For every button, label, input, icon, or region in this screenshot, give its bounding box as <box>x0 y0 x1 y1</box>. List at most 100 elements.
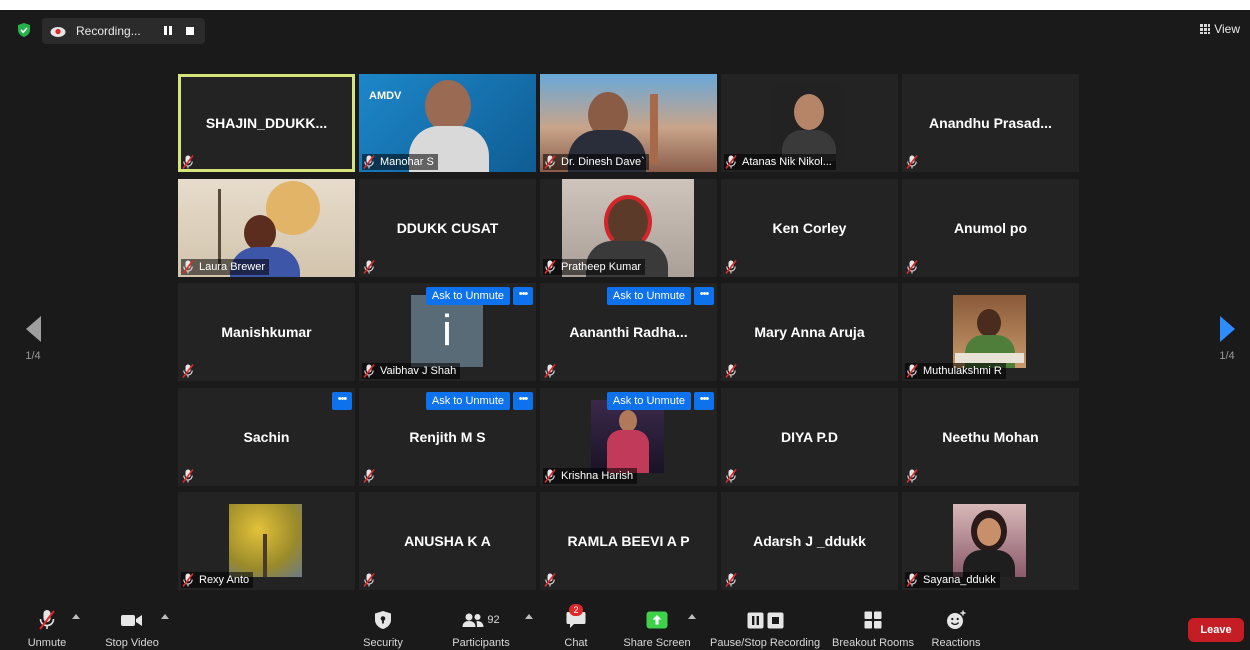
participant-name: Anumol po <box>953 220 1028 236</box>
muted-microphone-icon <box>363 469 375 483</box>
reactions-button[interactable]: Reactions <box>928 608 984 649</box>
participant-tile[interactable]: Atanas Nik Nikol... <box>721 74 898 172</box>
participant-tile[interactable]: Anandhu Prasad... <box>902 74 1079 172</box>
participant-tile[interactable]: Manishkumar <box>178 283 355 381</box>
participant-count: 92 <box>487 614 500 626</box>
participant-name: Ken Corley <box>772 220 847 236</box>
more-options-icon[interactable]: ••• <box>332 392 352 410</box>
next-page-nav[interactable]: 1/4 <box>1212 316 1242 362</box>
participant-tile[interactable]: ANUSHA K A <box>359 492 536 590</box>
participant-tile[interactable]: Renjith M S Ask to Unmute ••• <box>359 388 536 486</box>
muted-microphone-icon <box>182 469 194 483</box>
breakout-rooms-label: Breakout Rooms <box>832 637 914 649</box>
participant-tile[interactable]: Krishna Harish Ask to Unmute ••• <box>540 388 717 486</box>
participant-tile[interactable]: AMDV Manohar S <box>359 74 536 172</box>
muted-microphone-icon <box>363 155 375 169</box>
stop-icon <box>767 612 783 628</box>
pause-stop-recording-button[interactable]: Pause/Stop Recording <box>710 608 820 649</box>
audio-options-caret-icon[interactable] <box>72 614 80 619</box>
unmute-button[interactable]: Unmute <box>22 608 72 649</box>
breakout-rooms-button[interactable]: Breakout Rooms <box>830 608 916 649</box>
muted-microphone-icon <box>182 260 194 274</box>
ask-to-unmute-button[interactable]: Ask to Unmute <box>425 392 510 410</box>
participant-tile[interactable]: RAMLA BEEVI A P <box>540 492 717 590</box>
share-screen-icon <box>646 611 668 629</box>
security-label: Security <box>363 637 403 649</box>
participant-tile[interactable]: Pratheep Kumar <box>540 179 717 277</box>
meeting-toolbar: Unmute Stop Video Security 92 Participan… <box>0 604 1250 650</box>
previous-page-nav[interactable]: 1/4 <box>18 316 48 362</box>
participant-tile[interactable]: Sachin ••• <box>178 388 355 486</box>
muted-microphone-icon <box>906 260 918 274</box>
participant-name: Manishkumar <box>221 324 312 340</box>
participant-name: Mary Anna Aruja <box>754 324 865 340</box>
participant-profile-photo <box>953 295 1026 368</box>
participant-tile[interactable]: i Vaibhav J Shah Ask to Unmute ••• <box>359 283 536 381</box>
participant-tile[interactable]: Rexy Anto <box>178 492 355 590</box>
muted-microphone-icon <box>363 364 375 378</box>
ask-to-unmute-button[interactable]: Ask to Unmute <box>606 287 691 305</box>
participant-tile[interactable]: Muthulakshmi R <box>902 283 1079 381</box>
participant-profile-photo <box>772 86 845 161</box>
cloud-recording-icon <box>50 27 66 37</box>
leave-meeting-button[interactable]: Leave <box>1188 618 1244 642</box>
participant-tile[interactable]: Adarsh J _ddukk <box>721 492 898 590</box>
chat-button[interactable]: 2 Chat <box>556 604 596 649</box>
stop-recording-icon[interactable] <box>186 27 194 35</box>
muted-microphone-icon <box>725 260 737 274</box>
participant-tile[interactable]: Neethu Mohan <box>902 388 1079 486</box>
security-button[interactable]: Security <box>358 608 408 649</box>
share-screen-button[interactable]: Share Screen <box>622 608 692 649</box>
participant-tile[interactable]: Laura Brewer <box>178 179 355 277</box>
more-options-icon[interactable]: ••• <box>513 392 533 410</box>
security-shield-icon[interactable] <box>18 23 30 37</box>
muted-microphone-icon <box>725 469 737 483</box>
participant-name: Anandhu Prasad... <box>929 115 1052 131</box>
recording-label: Recording... <box>76 24 141 38</box>
share-options-caret-icon[interactable] <box>688 614 696 619</box>
participant-name: Neethu Mohan <box>942 429 1039 445</box>
participant-name-label: Dr. Dinesh Dave` <box>543 154 649 170</box>
muted-microphone-icon <box>906 155 918 169</box>
arrow-right-icon[interactable] <box>1219 316 1235 342</box>
participant-name: ANUSHA K A <box>404 533 491 549</box>
muted-microphone-icon <box>544 469 556 483</box>
participant-name: Aananthi Radha... <box>569 324 688 340</box>
participant-tile[interactable]: Mary Anna Aruja <box>721 283 898 381</box>
participant-name-label: Muthulakshmi R <box>905 363 1006 379</box>
chat-label: Chat <box>564 637 588 649</box>
participants-label: Participants <box>452 637 510 649</box>
muted-microphone-icon <box>363 260 375 274</box>
participant-tile[interactable]: DIYA P.D <box>721 388 898 486</box>
more-options-icon[interactable]: ••• <box>694 287 714 305</box>
participant-name: DIYA P.D <box>780 429 839 445</box>
video-options-caret-icon[interactable] <box>161 614 169 619</box>
participant-tile[interactable]: DDUKK CUSAT <box>359 179 536 277</box>
muted-microphone-icon <box>363 573 375 587</box>
participant-tile[interactable]: SHAJIN_DDUKK... <box>178 74 355 172</box>
participants-button[interactable]: 92 Participants <box>446 608 516 649</box>
arrow-left-icon[interactable] <box>25 316 41 342</box>
zoom-meeting-window: Recording... View 1/4 1/4 SHAJIN_DDUKK..… <box>0 10 1250 650</box>
security-shield-toolbar-icon <box>375 611 391 629</box>
ask-to-unmute-button[interactable]: Ask to Unmute <box>606 392 691 410</box>
more-options-icon[interactable]: ••• <box>694 392 714 410</box>
participant-tile[interactable]: Ken Corley <box>721 179 898 277</box>
participant-tile[interactable]: Dr. Dinesh Dave` <box>540 74 717 172</box>
share-screen-label: Share Screen <box>623 637 691 649</box>
view-button[interactable]: View <box>1200 22 1240 36</box>
ask-to-unmute-button[interactable]: Ask to Unmute <box>425 287 510 305</box>
pause-recording-icon[interactable] <box>164 26 173 36</box>
participants-options-caret-icon[interactable] <box>525 614 533 619</box>
muted-microphone-icon <box>906 364 918 378</box>
participant-name: Sachin <box>243 429 290 445</box>
muted-microphone-icon <box>725 364 737 378</box>
participant-tile[interactable]: Sayana_ddukk <box>902 492 1079 590</box>
participant-tile[interactable]: Aananthi Radha... Ask to Unmute ••• <box>540 283 717 381</box>
participant-name-label: Laura Brewer <box>181 259 270 275</box>
participant-name: Adarsh J _ddukk <box>753 533 866 549</box>
more-options-icon[interactable]: ••• <box>513 287 533 305</box>
stop-video-button[interactable]: Stop Video <box>100 608 164 649</box>
participant-tile[interactable]: Anumol po <box>902 179 1079 277</box>
participant-name: Renjith M S <box>409 429 486 445</box>
